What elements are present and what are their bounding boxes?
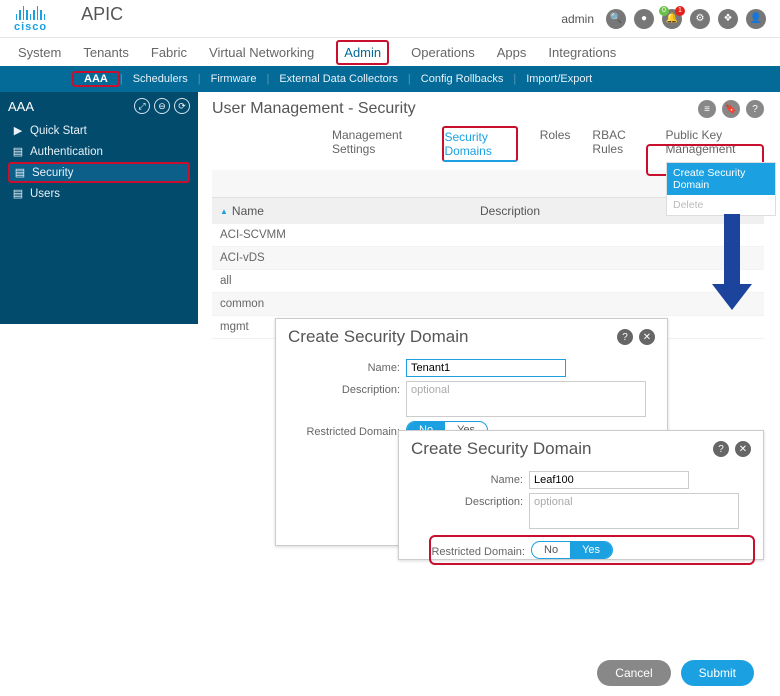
tab-security-domains[interactable]: Security Domains xyxy=(442,126,517,162)
sort-asc-icon[interactable]: ▲ xyxy=(220,207,228,216)
table-row[interactable]: ACI-vDS xyxy=(212,247,764,270)
sidebar-item-label: Quick Start xyxy=(30,125,87,137)
dlg2-desc-input[interactable]: optional xyxy=(529,493,739,529)
page-title: User Management - Security xyxy=(212,100,416,118)
nav-operations[interactable]: Operations xyxy=(411,45,475,60)
dlg2-toggle-yes[interactable]: Yes xyxy=(570,542,612,558)
subnav-firmware[interactable]: Firmware xyxy=(201,73,267,85)
sidebar-item-label: Users xyxy=(30,188,60,200)
table-row[interactable]: common xyxy=(212,293,764,316)
dlg2-restricted-label: Restricted Domain: xyxy=(431,543,531,558)
nav-apps[interactable]: Apps xyxy=(497,45,527,60)
dlg1-name-input[interactable] xyxy=(406,359,566,377)
submit-button[interactable]: Submit xyxy=(681,660,754,686)
brand-word: cisco xyxy=(14,21,47,33)
tab-mgmt-settings[interactable]: Management Settings xyxy=(332,126,420,162)
gear-icon[interactable]: ⚙ xyxy=(690,9,710,29)
footer-buttons: Cancel Submit xyxy=(597,660,754,686)
dialog-create-security-domain-2: Create Security Domain ? ✕ Name: Descrip… xyxy=(398,430,764,560)
content: User Management - Security ≡ 🔖 ? Managem… xyxy=(198,92,780,324)
sub-nav: AAA | Schedulers| Firmware| External Dat… xyxy=(0,66,780,92)
subnav-config-rollbacks[interactable]: Config Rollbacks xyxy=(411,73,514,85)
bell-wrap[interactable]: 🔔 1 0 xyxy=(662,9,682,29)
bell-red-badge: 1 xyxy=(675,6,685,16)
folder-icon: ▤ xyxy=(14,166,26,179)
nav-virtual-networking[interactable]: Virtual Networking xyxy=(209,45,314,60)
cell-name: ACI-vDS xyxy=(212,247,472,269)
bell-green-badge: 0 xyxy=(659,6,669,16)
play-icon: ▶ xyxy=(12,124,24,137)
dialog1-title: Create Security Domain xyxy=(288,327,468,347)
dlg2-name-label: Name: xyxy=(399,471,529,486)
main-area: AAA ⤢ ⊖ ⟳ ▶ Quick Start ▤ Authentication… xyxy=(0,92,780,324)
dlg1-desc-input[interactable]: optional xyxy=(406,381,646,417)
action-create-security-domain[interactable]: Create Security Domain xyxy=(667,163,775,195)
dlg2-desc-label: Description: xyxy=(399,493,529,508)
dialog-close-icon[interactable]: ✕ xyxy=(735,441,751,457)
table-row[interactable]: all xyxy=(212,270,764,293)
nav-system[interactable]: System xyxy=(18,45,61,60)
sidebar-item-quick-start[interactable]: ▶ Quick Start xyxy=(8,120,190,141)
col-name[interactable]: Name xyxy=(232,204,264,218)
cell-name: common xyxy=(212,293,472,315)
subnav-schedulers[interactable]: Schedulers xyxy=(123,73,198,85)
apps-icon[interactable]: ❖ xyxy=(718,9,738,29)
folder-icon: ▤ xyxy=(12,187,24,200)
table-row[interactable]: ACI-SCVMM xyxy=(212,224,764,247)
app-title: APIC xyxy=(81,4,123,25)
action-delete[interactable]: Delete xyxy=(667,195,775,215)
sidebar-item-authentication[interactable]: ▤ Authentication xyxy=(8,141,190,162)
search-icon[interactable]: 🔍 xyxy=(606,9,626,29)
sidebar-refresh-icon[interactable]: ⟳ xyxy=(174,98,190,114)
cell-name: ACI-SCVMM xyxy=(212,224,472,246)
header-bar: cisco APIC admin 🔍 ● 🔔 1 0 ⚙ ❖ 👤 xyxy=(0,0,780,38)
cisco-logo-icon xyxy=(16,6,46,20)
user-label[interactable]: admin xyxy=(561,12,594,26)
dlg2-name-input[interactable] xyxy=(529,471,689,489)
user-icon[interactable]: 👤 xyxy=(746,9,766,29)
tab-rbac-rules[interactable]: RBAC Rules xyxy=(592,126,643,162)
cancel-button[interactable]: Cancel xyxy=(597,660,670,686)
sidebar-item-users[interactable]: ▤ Users xyxy=(8,183,190,204)
header-right: admin 🔍 ● 🔔 1 0 ⚙ ❖ 👤 xyxy=(561,9,766,29)
sidebar-item-label: Authentication xyxy=(30,146,103,158)
nav-tenants[interactable]: Tenants xyxy=(83,45,129,60)
sidebar: AAA ⤢ ⊖ ⟳ ▶ Quick Start ▤ Authentication… xyxy=(0,92,198,324)
dlg1-name-label: Name: xyxy=(276,359,406,374)
sidebar-item-label: Security xyxy=(32,167,74,179)
nav-integrations[interactable]: Integrations xyxy=(548,45,616,60)
action-menu: Create Security Domain Delete xyxy=(666,162,776,216)
record-icon[interactable]: ● xyxy=(634,9,654,29)
dlg2-restricted-toggle[interactable]: No Yes xyxy=(531,541,613,559)
subnav-aaa[interactable]: AAA xyxy=(72,71,120,87)
dialog-help-icon[interactable]: ? xyxy=(713,441,729,457)
dialog2-title: Create Security Domain xyxy=(411,439,591,459)
dlg1-desc-label: Description: xyxy=(276,381,406,396)
sidebar-title: AAA xyxy=(8,99,34,114)
nav-admin[interactable]: Admin xyxy=(336,40,389,65)
cell-name: all xyxy=(212,270,472,292)
sidebar-expand-icon[interactable]: ⤢ xyxy=(134,98,150,114)
tab-roles[interactable]: Roles xyxy=(540,126,571,162)
nav-fabric[interactable]: Fabric xyxy=(151,45,187,60)
bookmark-icon[interactable]: 🔖 xyxy=(722,100,740,118)
arrow-down-icon xyxy=(712,214,752,312)
sidebar-collapse-icon[interactable]: ⊖ xyxy=(154,98,170,114)
help-icon[interactable]: ? xyxy=(746,100,764,118)
dialog-close-icon[interactable]: ✕ xyxy=(639,329,655,345)
sidebar-item-security[interactable]: ▤ Security xyxy=(8,162,190,183)
top-nav: System Tenants Fabric Virtual Networking… xyxy=(0,38,780,66)
policy-icon[interactable]: ≡ xyxy=(698,100,716,118)
folder-icon: ▤ xyxy=(12,145,24,158)
subnav-import-export[interactable]: Import/Export xyxy=(516,73,602,85)
subnav-edc[interactable]: External Data Collectors xyxy=(269,73,408,85)
brand: cisco APIC xyxy=(14,4,123,33)
dlg2-toggle-no[interactable]: No xyxy=(532,542,570,558)
dlg1-restricted-label: Restricted Domain: xyxy=(276,423,406,438)
dialog-help-icon[interactable]: ? xyxy=(617,329,633,345)
